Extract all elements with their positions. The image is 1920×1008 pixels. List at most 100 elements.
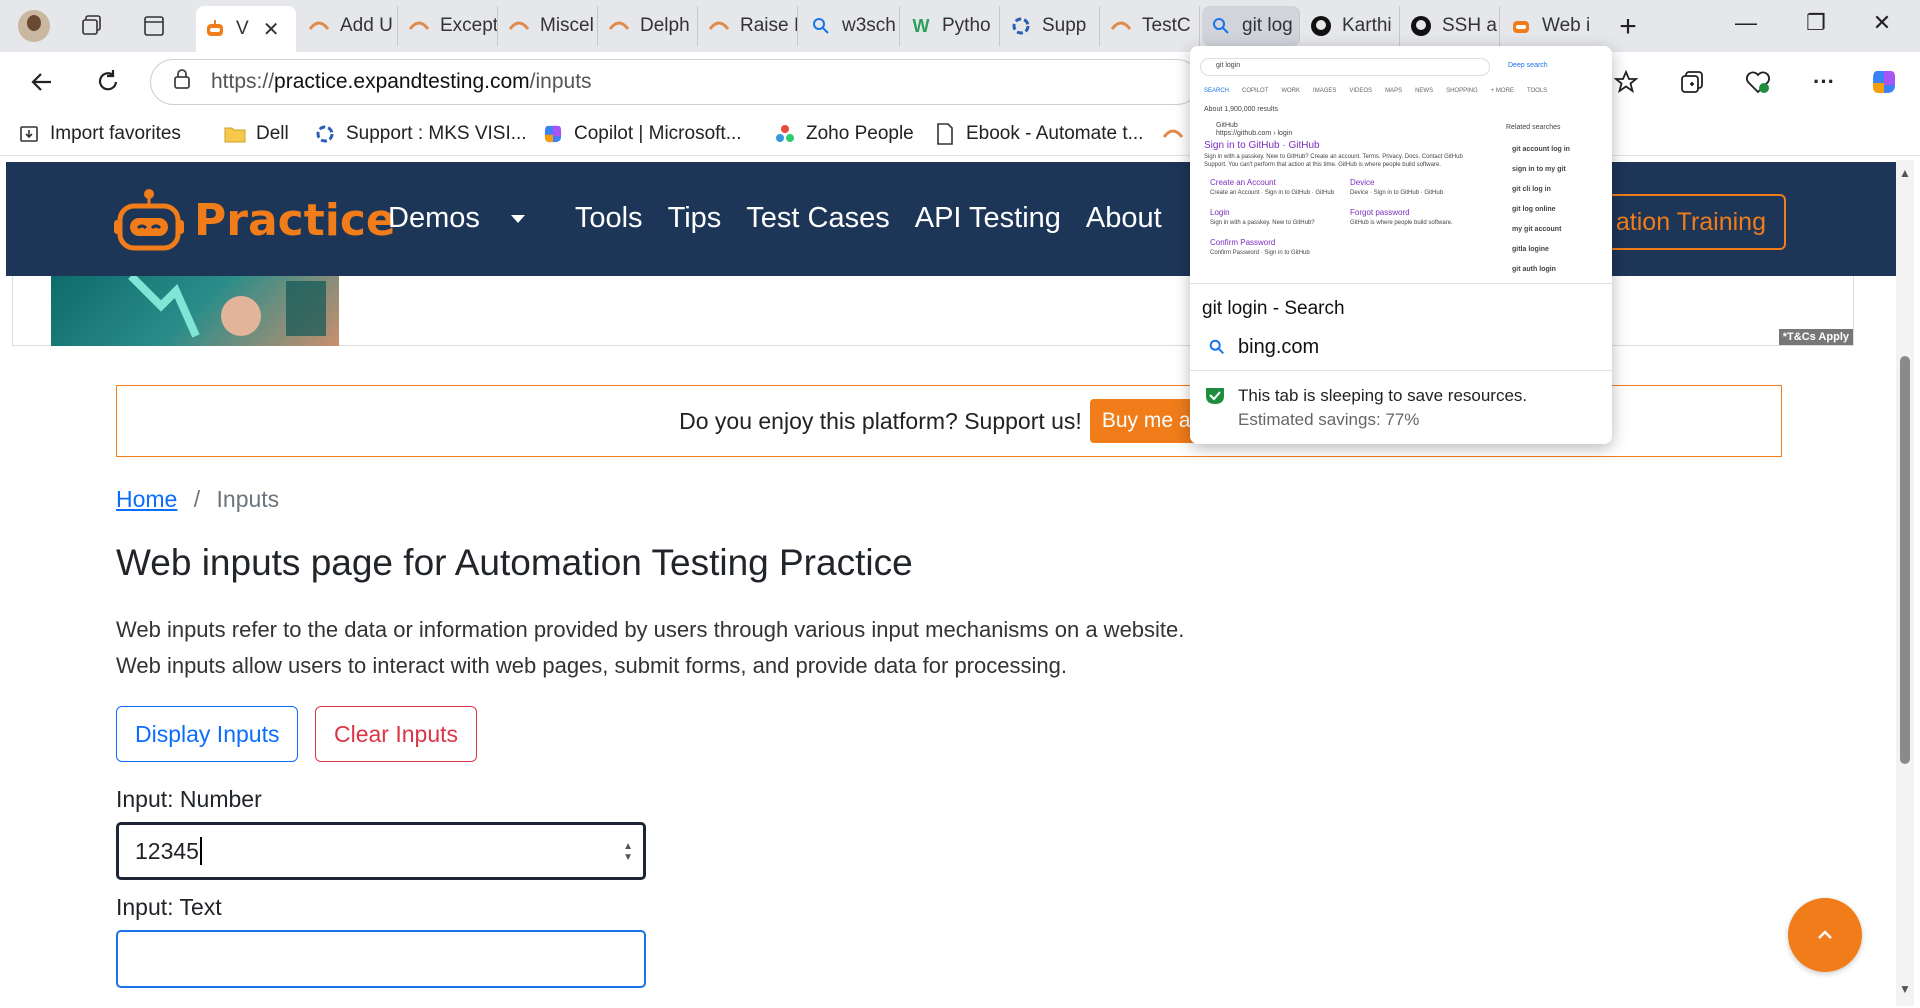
tab-practice-inputs[interactable]: V ✕ [196,6,296,52]
scrollbar-thumb[interactable] [1900,356,1910,764]
scroll-up-arrow-icon[interactable]: ▲ [1899,166,1911,180]
thumb-related-item: git log online [1512,206,1556,213]
thumb-related-item: git cli log in [1512,186,1551,193]
thumb-related-item: sign in to my git [1512,166,1566,173]
tab-raise[interactable]: Raise I [700,6,798,46]
thumb-nav-item: + MORE [1490,88,1514,94]
tab-karthi-github[interactable]: Karthi [1302,6,1400,46]
thumb-snippet: Sign in with a passkey. New to GitHub? C… [1204,154,1463,160]
address-input[interactable]: https://practice.expandtesting.com/input… [150,59,1200,105]
favorite-zoho[interactable]: Zoho People [774,120,914,148]
favorites-star-icon[interactable] [1608,64,1644,100]
tab-label: Delph [640,15,690,36]
search-icon [810,15,832,37]
tc-apply-badge: *T&Cs Apply [1778,329,1853,345]
spinner-down-icon[interactable]: ▼ [623,852,633,863]
thumb-sublink-text: GitHub is where people build software. [1350,220,1453,226]
tab-web-inputs[interactable]: Web i [1502,6,1600,46]
menu-demos[interactable]: Demos [388,202,550,235]
thumb-sublink-title: Forgot password [1350,208,1410,217]
profile-avatar[interactable] [18,10,50,42]
favorite-support-mks[interactable]: Support : MKS VISI... [314,120,527,148]
tab-testcases[interactable]: TestC [1102,6,1200,46]
page-viewport: Practice Demos Tools Tips Test Cases API… [6,160,1896,1006]
menu-tools[interactable]: Tools [575,202,643,235]
thumb-nav: SEARCH COPILOT WORK IMAGES VIDEOS MAPS N… [1204,88,1547,94]
tab-ssh-github[interactable]: SSH a [1402,6,1500,46]
description-line: Web inputs allow users to interact with … [116,653,1067,678]
preview-title: git login - Search [1202,298,1345,319]
collections-icon[interactable] [1674,64,1710,100]
restore-button[interactable]: ❐ [1796,10,1836,36]
tab-label: Except [440,15,498,36]
favorite-dell[interactable]: Dell [224,120,289,148]
back-button[interactable] [24,64,60,100]
favorite-ebook[interactable]: Ebook - Automate t... [934,120,1143,148]
tab-add-user[interactable]: Add U [300,6,398,46]
thumb-query: git login [1216,62,1241,69]
practice-robot-icon [708,15,730,37]
page-scrollbar[interactable]: ▲ ▼ [1896,160,1914,1006]
close-tab-icon[interactable]: ✕ [263,17,280,42]
menu-about[interactable]: About [1086,202,1162,235]
thumb-sublink-title: Device [1350,178,1375,187]
number-spinner[interactable]: ▲ ▼ [623,841,633,863]
favorite-label: Support : MKS VISI... [346,123,527,144]
new-tab-button[interactable]: + [1608,10,1648,44]
thumb-search-box [1200,58,1490,76]
menu-test-cases[interactable]: Test Cases [746,202,889,235]
tab-label: Web i [1542,15,1591,36]
menu-tips[interactable]: Tips [668,202,722,235]
close-window-button[interactable]: ✕ [1862,10,1902,36]
thumb-related-item: my git account [1512,226,1562,233]
thumb-deep-search: Deep search [1508,62,1548,69]
scroll-down-arrow-icon[interactable]: ▼ [1899,982,1911,996]
tab-label: Karthi [1342,15,1392,36]
tab-support[interactable]: Supp [1002,6,1100,46]
browser-essentials-icon[interactable] [1740,64,1776,100]
breadcrumb-current: Inputs [216,486,280,512]
tab-delphi[interactable]: Delph [600,6,698,46]
favorite-copilot[interactable]: Copilot | Microsoft... [542,120,742,148]
tab-hover-preview[interactable]: git login Deep search SEARCH COPILOT WOR… [1190,46,1612,444]
lock-icon[interactable] [173,68,191,96]
clear-inputs-button[interactable]: Clear Inputs [315,706,478,762]
site-logo[interactable]: Practice [114,188,396,252]
refresh-button[interactable] [90,64,126,100]
workspaces-icon[interactable] [78,12,106,40]
display-inputs-button[interactable]: Display Inputs [116,706,299,762]
breadcrumb-home-link[interactable]: Home [116,486,177,512]
spinner-up-icon[interactable]: ▲ [623,841,633,852]
url-host: practice.expandtesting.com [274,70,530,93]
search-icon [1210,15,1232,37]
tab-label: V [236,18,249,39]
tab-miscellaneous[interactable]: Miscel [500,6,598,46]
scroll-to-top-button[interactable] [1788,898,1862,972]
thumb-site-url: https://github.com › login [1216,130,1293,137]
thumb-related-item: gitla logine [1512,246,1549,253]
tab-git-login[interactable]: git log [1202,6,1300,46]
zoho-icon [774,123,796,145]
more-menu-icon[interactable]: ··· [1806,64,1842,100]
minimize-button[interactable]: — [1726,10,1766,36]
chevron-down-icon [510,215,525,224]
site-menu: Demos Tools Tips Test Cases API Testing … [388,202,1187,235]
page-title: Web inputs page for Automation Testing P… [116,542,913,583]
number-input[interactable]: 12345 ▲ ▼ [116,822,646,880]
menu-api-testing[interactable]: API Testing [915,202,1061,235]
tab-label: TestC [1142,15,1191,36]
favorite-import[interactable]: Import favorites [18,120,181,148]
tab-label: Miscel [540,15,594,36]
vertical-tabs-icon[interactable] [140,12,168,40]
text-input[interactable] [116,930,646,988]
thumb-nav-item: TOOLS [1526,88,1548,94]
thumb-nav-item: SHOPPING [1446,88,1478,94]
tab-python[interactable]: W Pytho [902,6,1000,46]
tab-w3schools[interactable]: w3sch [802,6,900,46]
copilot-icon[interactable] [1866,64,1902,100]
copilot-icon [542,123,564,145]
tab-label: SSH a [1442,15,1497,36]
preview-domain: bing.com [1238,336,1320,358]
practice-robot-icon [1510,15,1532,37]
tab-exceptions[interactable]: Except [400,6,498,46]
